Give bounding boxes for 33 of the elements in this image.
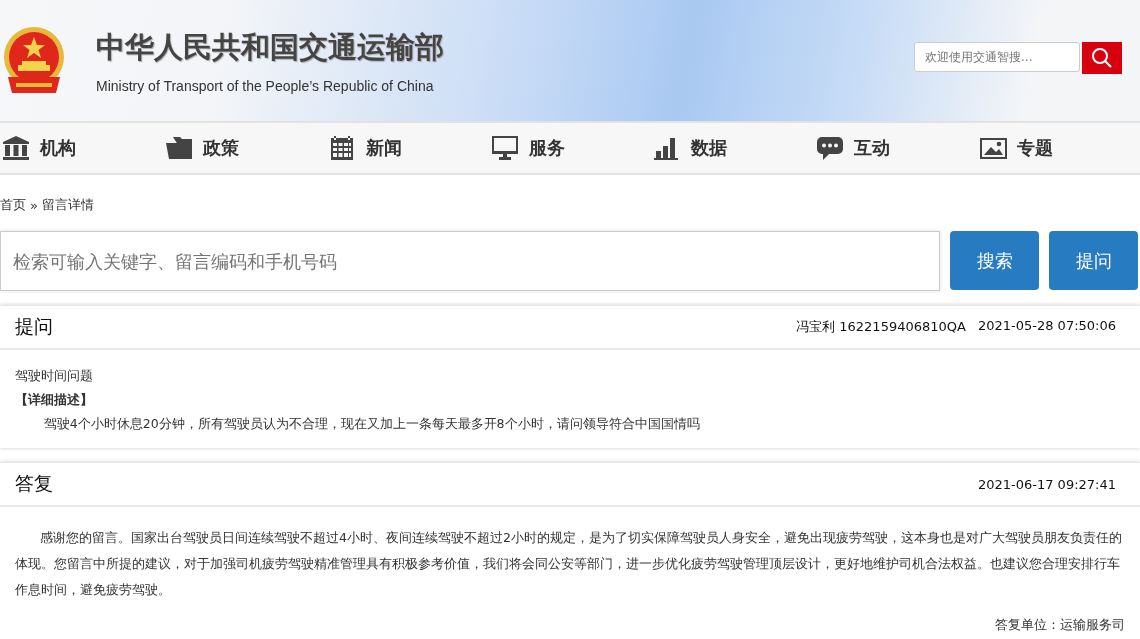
site-subtitle: Ministry of Transport of the People’s Republic of China: [96, 77, 435, 94]
nav-item[interactable]: 互动: [814, 135, 978, 161]
chat-icon: [816, 135, 845, 161]
building-icon: [2, 135, 30, 161]
reply-unit: 答复单位：运输服务司: [994, 616, 1125, 634]
card-title: 提问: [15, 314, 53, 339]
breadcrumb-separator: »: [30, 197, 38, 213]
nav-item[interactable]: 政策: [162, 135, 326, 161]
answer-text: 感谢您的留言。国家出台驾驶员日间连续驾驶不超过4小时、夜间连续驾驶不超过2小时的规定，是为了切实保障驾驶员人身安全，避免出现疲劳驾驶，这本身也是对广大驾驶员朋友负责任的体现。您留言中所提的建议，对于加强司机疲劳驾驶精准管理具有积极参考价值，我们将会同公安等部门，进一步优化疲劳驾驶管理顶层设计，更好地维护司机合法权益。也建议您合理安排行车作息时间，避免疲劳驾驶。: [15, 529, 1123, 599]
nav-item[interactable]: 机构: [0, 135, 163, 161]
nav-item[interactable]: 新闻: [325, 135, 489, 161]
search-icon: [1091, 46, 1113, 69]
search-button[interactable]: 搜索: [950, 231, 1039, 290]
card-title: 答复: [15, 471, 53, 496]
timestamp: 2021-06-17 09:27:41: [977, 476, 1116, 492]
search-field[interactable]: 欢迎使用交通智搜...: [914, 41, 1080, 72]
ask-button[interactable]: 提问: [1049, 231, 1138, 290]
picture-icon: [979, 135, 1008, 161]
breadcrumb-link[interactable]: 首页: [0, 196, 26, 214]
timestamp: 2021-05-28 07:50:06: [977, 318, 1116, 335]
question-subject: 驾驶时间问题: [15, 367, 94, 385]
breadcrumb-current: 留言详情: [41, 196, 94, 214]
monitor-icon: [490, 135, 519, 161]
site-title: 中华人民共和国交通运输部: [96, 28, 444, 66]
search-field[interactable]: 检索可输入关键字、留言编码和手机号码: [0, 231, 940, 291]
nav-item[interactable]: 服务: [488, 135, 652, 161]
author-info: 冯宝利 1622159406810QA: [796, 318, 966, 336]
nav-item[interactable]: 专题: [977, 135, 1140, 161]
nav-item[interactable]: 数据: [651, 135, 815, 161]
question-text: 驾驶4个小时休息20分钟，所有驾驶员认为不合理，现在又加上一条每天最多开8个小时，请问领导符合中国国情吗: [42, 415, 701, 433]
folder-icon: [164, 135, 193, 161]
search-button[interactable]: [1082, 41, 1122, 74]
section-label: 【详细描述】: [15, 391, 94, 409]
